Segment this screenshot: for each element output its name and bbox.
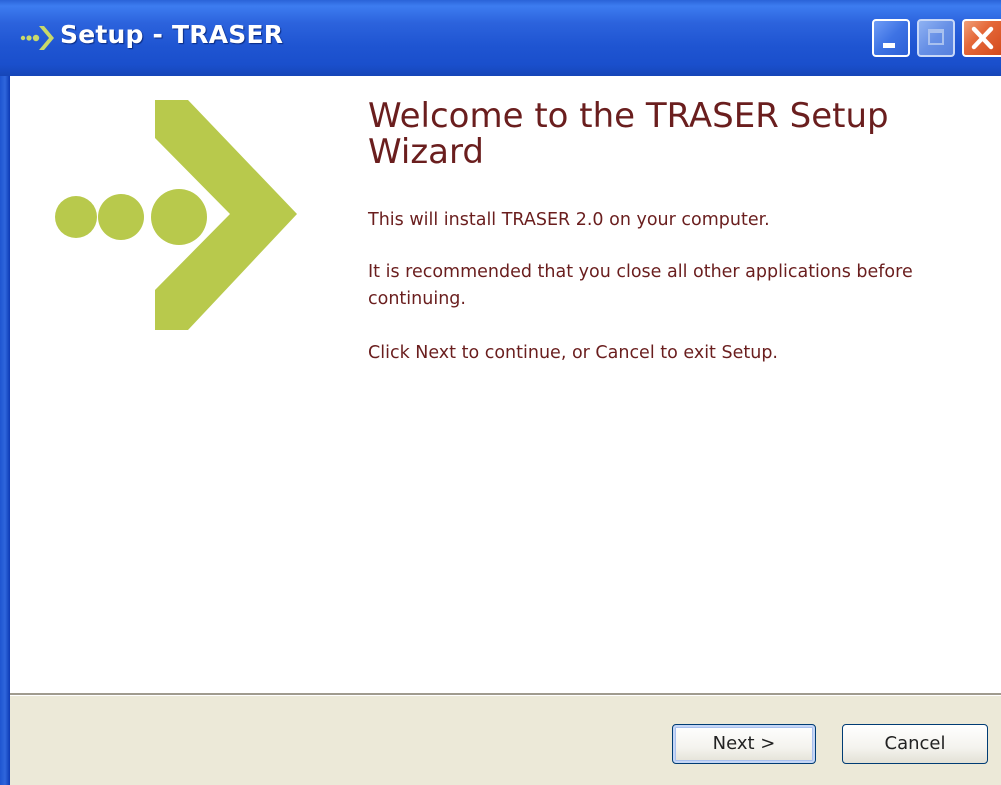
cancel-button[interactable]: Cancel: [842, 724, 988, 764]
minimize-button[interactable]: [872, 19, 910, 57]
setup-window: Setup - TRASER Welcome to the TRASER Set…: [0, 0, 1001, 785]
instruction-text: Click Next to continue, or Cancel to exi…: [368, 343, 778, 363]
minimize-icon: [883, 43, 895, 48]
install-info-text: This will install TRASER 2.0 on your com…: [368, 210, 770, 230]
close-icon: [971, 26, 994, 50]
wizard-footer: Next > Cancel: [10, 696, 1001, 785]
next-button[interactable]: Next >: [672, 724, 816, 764]
close-button[interactable]: [962, 19, 1001, 57]
maximize-button[interactable]: [917, 19, 955, 57]
window-title: Setup - TRASER: [60, 20, 284, 49]
recommendation-text: It is recommended that you close all oth…: [368, 262, 913, 309]
dots-arrow-icon: [20, 26, 54, 50]
maximize-icon: [928, 29, 944, 45]
window-frame-left: [0, 76, 10, 785]
dots-arrow-icon: [55, 100, 297, 330]
wizard-content: Welcome to the TRASER Setup Wizard This …: [10, 76, 1001, 693]
page-title: Welcome to the TRASER Setup Wizard: [368, 96, 889, 172]
title-bar[interactable]: Setup - TRASER: [0, 0, 1001, 76]
